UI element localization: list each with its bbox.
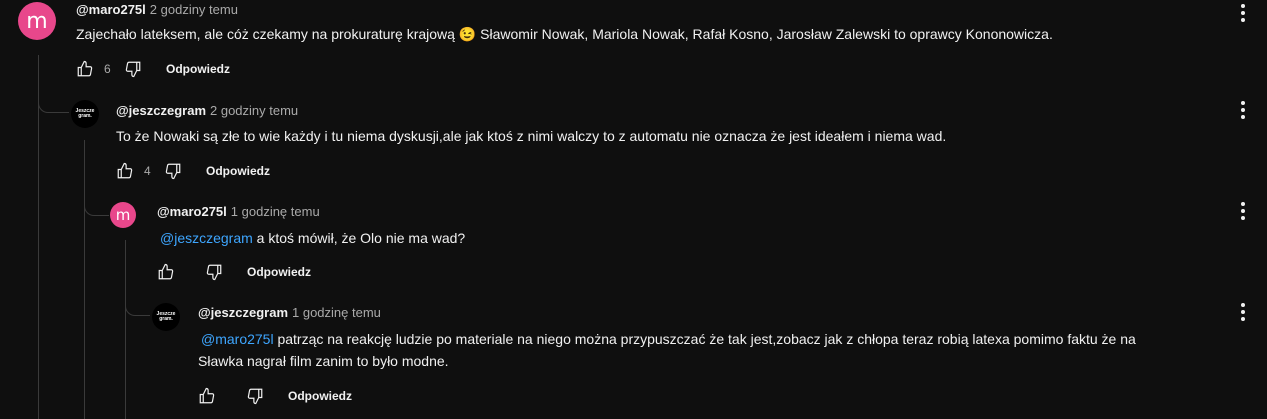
comment-header: @maro275l 2 godziny temu [76, 2, 238, 17]
timestamp[interactable]: 2 godziny temu [150, 2, 238, 17]
comment-text: @maro275l patrząc na reakcję ludzie po m… [201, 328, 1136, 350]
author-name[interactable]: @maro275l [76, 2, 146, 17]
thread-connector [125, 295, 150, 316]
comment-header: @maro275l 1 godzinę temu [157, 204, 320, 219]
comment-actions: 6 Odpowiedz [76, 60, 230, 78]
more-vert-icon[interactable] [1240, 303, 1246, 321]
thumb-up-icon[interactable] [198, 387, 216, 405]
comment-actions: Odpowiedz [157, 263, 311, 281]
avatar-logo-text: Jeszcze gram. [156, 311, 176, 322]
thumb-down-icon[interactable] [164, 162, 182, 180]
thumb-up-icon[interactable] [157, 263, 175, 281]
author-name[interactable]: @jeszczegram [198, 305, 288, 320]
thread-line-main [38, 55, 39, 419]
comment-text: To że Nowaki są złe to wie każdy i tu ni… [116, 128, 947, 144]
author-name[interactable]: @maro275l [157, 204, 227, 219]
more-vert-icon[interactable] [1240, 101, 1246, 119]
thumb-down-icon[interactable] [246, 387, 264, 405]
timestamp[interactable]: 2 godziny temu [210, 103, 298, 118]
reply-button[interactable]: Odpowiedz [247, 265, 311, 279]
reply-button[interactable]: Odpowiedz [166, 62, 230, 76]
comment-body: a ktoś mówił, że Olo nie ma wad? [252, 230, 466, 246]
comment-text: @jeszczegram a ktoś mówił, że Olo nie ma… [160, 227, 465, 249]
reply-button[interactable]: Odpowiedz [288, 389, 352, 403]
comment-text-line2: Sławka nagrał film zanim to było modne. [198, 353, 449, 369]
timestamp[interactable]: 1 godzinę temu [231, 204, 320, 219]
thread-connector [38, 92, 69, 113]
comment-body: patrząc na reakcję ludzie po materiale n… [273, 331, 1136, 347]
thread-line-level3 [125, 240, 126, 419]
thumb-down-icon[interactable] [124, 60, 142, 78]
avatar[interactable]: Jeszcze gram. [71, 100, 99, 128]
mention-link[interactable]: @jeszczegram [160, 230, 253, 246]
avatar[interactable]: m [18, 2, 56, 40]
comment-actions: 4 Odpowiedz [116, 162, 270, 180]
thumb-down-icon[interactable] [205, 263, 223, 281]
thumb-up-icon[interactable] [116, 162, 134, 180]
thread-line-level2 [84, 140, 85, 419]
like-count: 4 [144, 164, 151, 178]
avatar-letter: m [26, 8, 48, 34]
comment-text: Zajechało lateksem, ale cóż czekamy na p… [76, 26, 1053, 42]
avatar[interactable]: Jeszcze gram. [152, 303, 180, 331]
reply-button[interactable]: Odpowiedz [206, 164, 270, 178]
avatar[interactable]: m [110, 202, 136, 228]
author-name[interactable]: @jeszczegram [116, 103, 206, 118]
more-vert-icon[interactable] [1240, 4, 1246, 22]
thumb-up-icon[interactable] [76, 60, 94, 78]
more-vert-icon[interactable] [1240, 202, 1246, 220]
avatar-letter: m [115, 206, 131, 224]
avatar-logo-text: Jeszcze gram. [75, 108, 95, 119]
timestamp[interactable]: 1 godzinę temu [292, 305, 381, 320]
comment-header: @jeszczegram 1 godzinę temu [198, 305, 381, 320]
comment-actions: Odpowiedz [198, 387, 352, 405]
thread-connector [84, 195, 109, 216]
mention-link[interactable]: @maro275l [201, 331, 274, 347]
comment-header: @jeszczegram 2 godziny temu [116, 103, 298, 118]
like-count: 6 [104, 62, 111, 76]
